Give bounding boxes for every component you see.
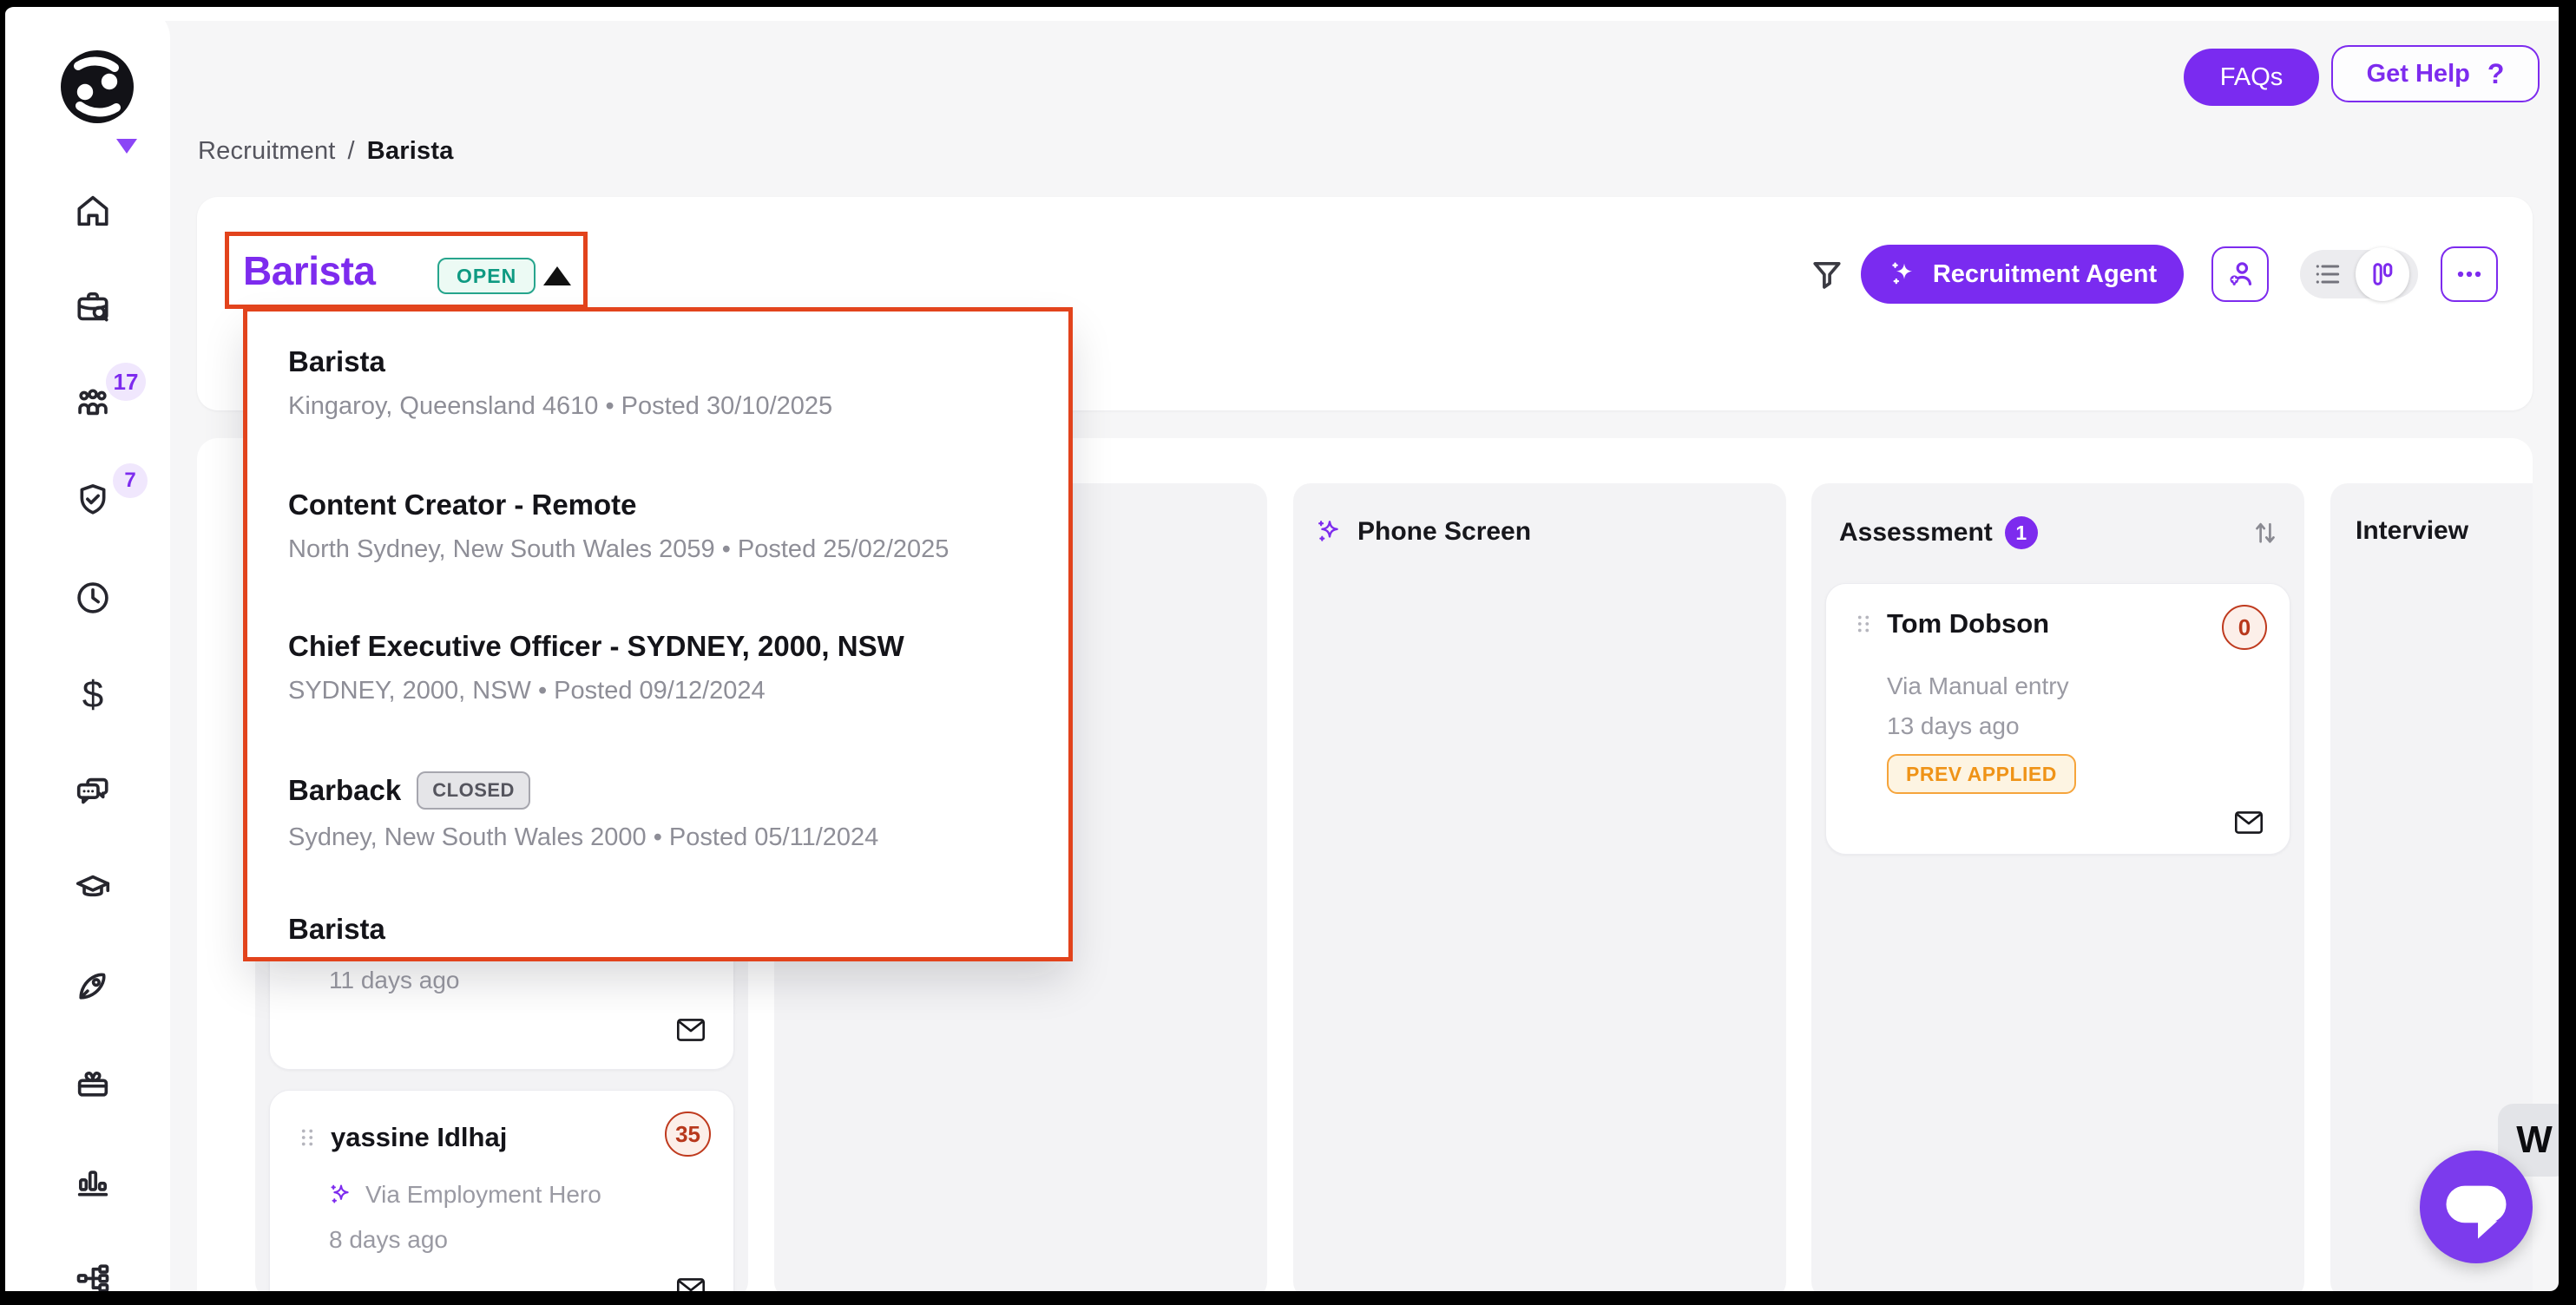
home-icon — [73, 191, 113, 231]
dropdown-item-content-creator[interactable]: Content Creator - Remote North Sydney, N… — [288, 489, 1034, 564]
job-status-badge: OPEN — [437, 258, 536, 294]
candidate-time: 13 days ago — [1887, 712, 2020, 740]
column-title: Assessment — [1839, 518, 1993, 548]
sidebar-item-recruitment[interactable] — [73, 287, 113, 327]
app-root: 17 7 $ — [0, 0, 2576, 1305]
column-title: Interview — [2356, 516, 2468, 546]
breadcrumb-current: Barista — [367, 137, 454, 165]
candidate-time: 11 days ago — [329, 967, 460, 994]
dollar-icon: $ — [73, 675, 113, 715]
dropdown-item-barista[interactable]: Barista Kingaroy, Queensland 4610 • Post… — [288, 345, 1034, 421]
sidebar-item-org-chart[interactable] — [73, 1258, 113, 1298]
dropdown-item-barback[interactable]: BarbackCLOSED Sydney, New South Wales 20… — [288, 771, 1034, 852]
closed-status-badge: CLOSED — [417, 771, 530, 810]
people-count-badge: 17 — [106, 363, 146, 401]
more-options-button[interactable] — [2441, 246, 2498, 302]
sidebar-item-payroll[interactable]: $ — [73, 675, 113, 715]
gift-icon — [73, 1063, 113, 1103]
ellipsis-icon — [2452, 257, 2487, 292]
column-title: Phone Screen — [1357, 517, 1531, 547]
candidate-source: Via Manual entry — [1887, 672, 2069, 700]
bar-chart-icon — [73, 1161, 113, 1201]
kanban-view-icon — [2366, 258, 2399, 291]
prev-applied-tag: PREV APPLIED — [1887, 754, 2076, 794]
sidebar-item-messages[interactable] — [73, 772, 113, 812]
dropdown-item-barista-2[interactable]: Barista — [288, 913, 1034, 946]
sidebar-item-benefits[interactable] — [73, 1063, 113, 1103]
sidebar-item-onboarding[interactable] — [73, 966, 113, 1006]
chat-launcher-button[interactable] — [2420, 1151, 2533, 1263]
drag-handle-icon[interactable] — [294, 1122, 320, 1153]
job-title-caret-up[interactable] — [543, 266, 571, 285]
sidebar-item-learning[interactable] — [73, 869, 113, 908]
check-icon — [1065, 388, 1068, 426]
candidate-card-tom-dobson[interactable]: Tom Dobson 0 Via Manual entry 13 days ag… — [1825, 583, 2290, 855]
drag-handle-icon[interactable] — [1850, 608, 1876, 639]
clock-icon — [73, 578, 113, 618]
company-logo[interactable] — [56, 45, 139, 128]
sort-icon[interactable] — [2249, 516, 2282, 549]
sparkle-icon — [1314, 516, 1345, 548]
sidebar-item-reports[interactable] — [73, 1161, 113, 1201]
tasks-count-badge: 7 — [113, 463, 148, 498]
recruitment-agent-button[interactable]: Recruitment Agent — [1861, 245, 2184, 304]
email-icon[interactable] — [673, 1012, 709, 1048]
sidebar: 17 7 $ — [5, 7, 170, 1291]
rocket-icon — [73, 966, 113, 1006]
job-switcher-dropdown: Barista Kingaroy, Queensland 4610 • Post… — [247, 311, 1068, 957]
graduation-cap-icon — [73, 869, 113, 908]
sidebar-item-time[interactable] — [73, 578, 113, 618]
breadcrumb: Recruitment/Barista — [198, 137, 454, 166]
sidebar-item-home[interactable] — [73, 191, 113, 231]
candidate-name: yassine Idlhaj — [331, 1122, 507, 1153]
candidate-source: Via Employment Hero — [365, 1181, 601, 1209]
candidate-name: Tom Dobson — [1887, 608, 2049, 639]
column-assessment: Assessment 1 Tom Dobson 0 Via Manual ent… — [1811, 483, 2304, 1291]
kanban-view-selected[interactable] — [2356, 247, 2409, 301]
job-title[interactable]: Barista — [243, 251, 375, 291]
email-icon[interactable] — [2231, 804, 2267, 841]
sparkle-icon — [1888, 258, 1921, 291]
breadcrumb-section[interactable]: Recruitment — [198, 137, 336, 165]
top-white-strip — [5, 7, 2559, 21]
logo-dropdown-caret[interactable] — [116, 139, 137, 154]
shield-check-icon — [73, 480, 113, 520]
org-chart-icon — [73, 1258, 113, 1298]
filter-icon[interactable] — [1808, 254, 1846, 296]
candidate-time: 8 days ago — [329, 1226, 448, 1254]
job-search-icon — [73, 287, 113, 327]
list-view-icon[interactable] — [2310, 257, 2345, 292]
dropdown-item-ceo[interactable]: Chief Executive Officer - SYDNEY, 2000, … — [288, 630, 1034, 705]
sidebar-item-compliance[interactable] — [73, 480, 113, 520]
add-candidate-button[interactable] — [2211, 246, 2269, 302]
score-badge: 35 — [665, 1112, 711, 1157]
chat-icon — [73, 772, 113, 812]
column-phone-screen: Phone Screen — [1293, 483, 1786, 1291]
get-help-button[interactable]: Get Help ? — [2331, 45, 2540, 102]
sparkle-icon — [327, 1181, 355, 1209]
chat-bubble-icon — [2420, 1151, 2533, 1263]
candidate-card-yassine[interactable]: yassine Idlhaj 35 Via Employment Hero 8 … — [269, 1090, 734, 1291]
score-badge: 0 — [2222, 605, 2267, 650]
question-mark-icon: ? — [2487, 58, 2505, 90]
view-toggle[interactable] — [2300, 250, 2418, 298]
faqs-button[interactable]: FAQs — [2184, 49, 2319, 106]
email-icon[interactable] — [673, 1271, 709, 1291]
person-add-icon — [2223, 257, 2257, 292]
column-count-badge: 1 — [2005, 516, 2038, 549]
